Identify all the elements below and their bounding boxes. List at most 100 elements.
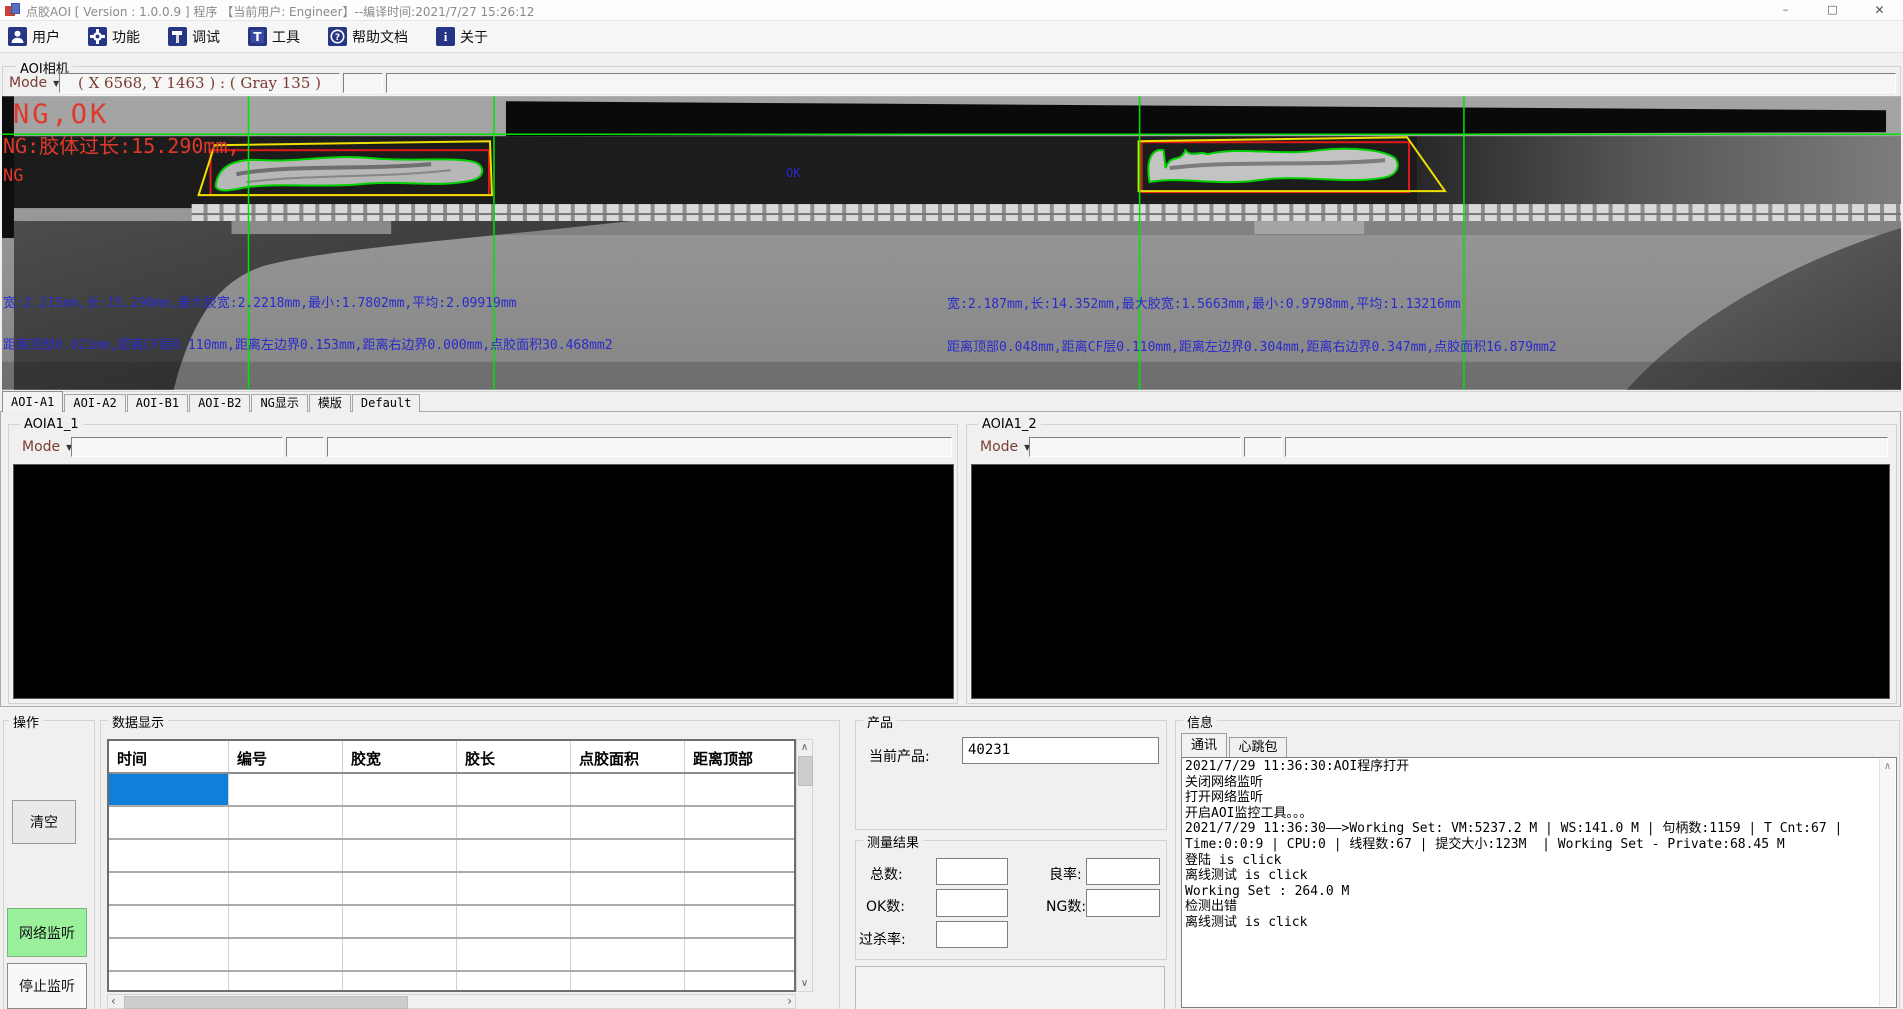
menu-item-about[interactable]: i 关于: [436, 27, 488, 47]
app-icon: [5, 2, 21, 18]
panel2-mode-dropdown[interactable]: Mode ▼: [976, 437, 1032, 457]
tab-communication[interactable]: 通讯: [1181, 733, 1227, 758]
table-row[interactable]: [109, 939, 794, 972]
app-window: 点胶AOI [ Version : 1.0.0.9 ] 程序 【当前用户: En…: [0, 0, 1903, 1009]
window-controls: – □ ✕: [1762, 0, 1903, 20]
camera-field-wide: [386, 73, 1896, 93]
view-tabstrip: AOI-A1 AOI-A2 AOI-B1 AOI-B2 NG显示 模版 Defa…: [2, 391, 421, 412]
scrollbar-thumb[interactable]: [798, 756, 813, 786]
close-button[interactable]: ✕: [1856, 0, 1903, 20]
menu-item-label: 关于: [460, 27, 488, 47]
current-product-label: 当前产品:: [869, 746, 930, 766]
scroll-right-icon[interactable]: ›: [787, 994, 792, 1008]
menu-item-user[interactable]: 用户: [8, 27, 60, 47]
maximize-button[interactable]: □: [1809, 0, 1856, 20]
column-header-time[interactable]: 时间: [109, 741, 229, 772]
table-row[interactable]: [109, 972, 794, 992]
log-text: 2021/7/29 11:36:30:AOI程序打开 关闭网络监听 打开网络监听…: [1185, 759, 1878, 931]
tab-heartbeat[interactable]: 心跳包: [1229, 737, 1287, 758]
table-row[interactable]: [109, 774, 794, 807]
stop-listen-button[interactable]: 停止监听: [7, 963, 87, 1009]
table-row[interactable]: [109, 906, 794, 939]
measure-group-label: 测量结果: [863, 832, 923, 851]
table-row[interactable]: [109, 873, 794, 906]
panel2-label: AOIA1_2: [978, 417, 1041, 432]
ng-count-input[interactable]: [1086, 889, 1160, 917]
column-header-glue-area[interactable]: 点胶面积: [571, 741, 685, 772]
tab-template[interactable]: 模版: [309, 394, 351, 412]
menu-item-help[interactable]: ? 帮助文档: [328, 27, 408, 47]
log-area[interactable]: 2021/7/29 11:36:30:AOI程序打开 关闭网络监听 打开网络监听…: [1181, 757, 1897, 1008]
overkill-input[interactable]: [936, 921, 1008, 948]
data-display-group-label: 数据显示: [108, 712, 168, 731]
clear-button[interactable]: 清空: [12, 800, 76, 844]
tab-aoi-b2[interactable]: AOI-B2: [189, 394, 250, 412]
left-stats-line1: 宽:2.215mm,长:15.290mm,最大胶宽:2.2218mm,最小:1.…: [3, 292, 517, 311]
panel1-image[interactable]: [13, 464, 954, 699]
scroll-up-icon[interactable]: ∧: [797, 742, 812, 753]
product-group-label: 产品: [863, 712, 897, 731]
menu-item-function[interactable]: 功能: [88, 27, 140, 47]
overkill-label: 过杀率:: [859, 929, 906, 949]
menu-item-debug[interactable]: 调试: [168, 27, 220, 47]
svg-text:i: i: [444, 29, 448, 44]
spare-panel: [855, 966, 1165, 1009]
column-header-id[interactable]: 编号: [229, 741, 343, 772]
help-icon: ?: [328, 27, 347, 46]
minimize-button[interactable]: –: [1762, 0, 1809, 20]
menu-item-tools[interactable]: T 工具: [248, 27, 300, 47]
tab-default[interactable]: Default: [352, 394, 421, 412]
titlebar: 点胶AOI [ Version : 1.0.0.9 ] 程序 【当前用户: En…: [0, 0, 1903, 21]
panel1-field-3: [327, 437, 952, 457]
operate-group-label: 操作: [9, 712, 43, 731]
debug-icon: [168, 27, 187, 46]
table-header-row: 时间 编号 胶宽 胶长 点胶面积 距离顶部: [109, 741, 794, 774]
column-header-glue-length[interactable]: 胶长: [457, 741, 571, 772]
data-table: 时间 编号 胶宽 胶长 点胶面积 距离顶部: [107, 739, 796, 992]
panel2-field-1: [1029, 437, 1241, 457]
ok-flag-text: OK: [786, 166, 800, 180]
tab-aoi-a2[interactable]: AOI-A2: [64, 394, 125, 412]
scrollbar-thumb[interactable]: [124, 996, 408, 1009]
selected-cell[interactable]: [109, 774, 229, 805]
panel1-field-2: [286, 437, 324, 457]
table-row[interactable]: [109, 807, 794, 840]
right-stats-line2: 距离顶部0.048mm,距离CF层0.110mm,距离左边界0.304mm,距离…: [947, 336, 1557, 355]
panel1-label: AOIA1_1: [20, 417, 83, 432]
scroll-left-icon[interactable]: ‹: [111, 994, 116, 1008]
table-horizontal-scrollbar[interactable]: ‹ ›: [107, 994, 796, 1009]
tab-aoi-b1[interactable]: AOI-B1: [127, 394, 188, 412]
tab-aoi-a1[interactable]: AOI-A1: [2, 391, 63, 412]
about-icon: i: [436, 27, 455, 46]
result-text: NG,OK: [13, 99, 109, 130]
column-header-distance-top[interactable]: 距离顶部: [685, 741, 794, 772]
panel2-image[interactable]: [971, 464, 1890, 699]
current-product-input[interactable]: 40231: [962, 737, 1159, 764]
tools-icon: T: [248, 27, 267, 46]
panel2-field-3: [1285, 437, 1888, 457]
gear-icon: [88, 27, 107, 46]
yield-input[interactable]: [1086, 858, 1160, 885]
ng-count-label: NG数:: [1046, 896, 1086, 916]
panel1-mode-dropdown[interactable]: Mode ▼: [18, 437, 74, 457]
scroll-down-icon[interactable]: ∨: [797, 978, 812, 989]
toolbar: 用户 功能 调试 T 工具 ?: [0, 21, 1903, 53]
panel2-field-2: [1244, 437, 1282, 457]
total-input[interactable]: [936, 858, 1008, 885]
panel1-field-1: [71, 437, 283, 457]
right-stats-line1: 宽:2.187mm,长:14.352mm,最大胶宽:1.5663mm,最小:0.…: [947, 293, 1461, 312]
scroll-up-icon[interactable]: ∧: [1880, 761, 1895, 772]
camera-mode-dropdown[interactable]: Mode ▼: [5, 73, 61, 93]
table-row[interactable]: [109, 840, 794, 873]
total-label: 总数:: [870, 864, 903, 884]
column-header-glue-width[interactable]: 胶宽: [343, 741, 457, 772]
tab-ng-display[interactable]: NG显示: [251, 394, 307, 412]
log-scrollbar[interactable]: ∧: [1879, 759, 1895, 1006]
table-vertical-scrollbar[interactable]: ∧ ∨: [796, 739, 813, 992]
ok-count-input[interactable]: [936, 889, 1008, 917]
network-listen-button[interactable]: 网络监听: [7, 908, 87, 957]
menu-item-label: 用户: [32, 27, 60, 47]
yield-label: 良率:: [1049, 864, 1082, 884]
menu-item-label: 调试: [192, 27, 220, 47]
svg-text:T: T: [253, 30, 262, 44]
